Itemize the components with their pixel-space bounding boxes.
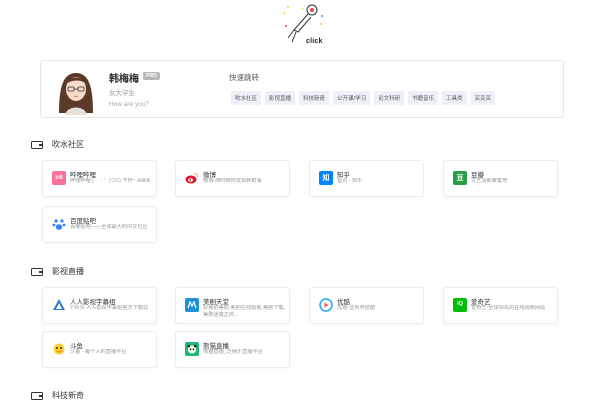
site-card-douban[interactable]: 豆 豆瓣 文艺清新聚集地 [443,160,558,197]
zhihu-icon: 知 [319,171,333,185]
meijutt-icon [185,298,199,312]
site-desc: 首页 - 知乎 [337,178,363,184]
site-card-tieba[interactable]: 百度贴吧 百度贴吧——全球最大的中文社区 [42,206,157,243]
section-title-text: 影视直播 [52,267,84,276]
weibo-icon [185,171,199,185]
site-desc: 文艺清新聚集地 [471,178,508,184]
tieba-icon [52,217,66,231]
site-desc: YYeTs 人人影视字幕组官方下载站 [70,305,149,311]
site-desc: 爱奇艺-全球领先的在线视频网站 [471,305,546,311]
quick-jump-title: 快速跳转 [229,73,259,82]
quick-jump-tag[interactable]: 科技新奇 [299,91,330,105]
quick-jump-tag[interactable]: 买买买 [470,91,496,105]
site-card-iqiyi[interactable]: iQ 爱奇艺 爱奇艺-全球领先的在线视频网站 [443,287,558,324]
section-title-community: 吹水社区 [31,139,84,150]
pro-badge: PRO [143,72,160,80]
site-card-douyu[interactable]: 斗鱼 斗鱼 - 每个人的直播平台 [42,331,157,368]
quick-jump-tag[interactable]: 公开课/学习 [333,91,371,105]
user-quote: How are you？ [109,101,152,108]
site-desc: 熊猫直播_泛娱乐直播平台 [203,349,263,355]
section-title-video: 影视直播 [31,266,84,277]
douyu-icon [52,342,66,356]
site-card-panda[interactable]: 熊猫直播 熊猫直播_泛娱乐直播平台 [175,331,290,368]
quick-jump-tag[interactable]: 书籍音乐 [408,91,439,105]
section-title-tech: 科技新奇 [31,390,84,400]
youku-icon [319,298,333,312]
site-desc: 微博-随时随地发现新鲜事 [203,178,262,184]
site-card-meijutt[interactable]: 美剧天堂 好看的美剧,美剧在线观看,美剧下载,美剧迷真正的... [175,287,290,324]
iqiyi-icon: iQ [453,298,467,312]
site-card-weibo[interactable]: 微博 微博-随时随地发现新鲜事 [175,160,290,197]
profile-card: 韩梅梅 PRO 女大学生 How are you？ 快速跳转 吹水社区 影视直播… [40,60,564,118]
site-card-youku[interactable]: 优酷 优酷-这世界很酷 [309,287,424,324]
quick-jump-tag[interactable]: 影视直播 [265,91,296,105]
quick-jump-tag[interactable]: 吹水社区 [231,91,262,105]
bilibili-icon: bili [52,171,66,185]
site-desc: 斗鱼 - 每个人的直播平台 [70,349,127,355]
user-role: 女大学生 [109,90,135,97]
logo-text: click [306,38,323,45]
user-name: 韩梅梅 [109,74,139,85]
site-card-yyets[interactable]: 人人影视字幕组 YYeTs 人人影视字幕组官方下载站 [42,287,157,324]
quick-jump-tags: 吹水社区 影视直播 科技新奇 公开课/学习 论文科研 书籍音乐 工具类 买买买 [231,91,496,105]
yyets-icon [52,298,66,312]
folder-icon [31,140,43,149]
site-desc: 好看的美剧,美剧在线观看,美剧下载,美剧迷真正的... [203,305,286,318]
quick-jump-tag[interactable]: 论文科研 [374,91,405,105]
section-title-text: 科技新奇 [52,391,84,400]
site-desc: 百度贴吧——全球最大的中文社区 [70,224,148,230]
folder-icon [31,267,43,276]
site-desc: 哔哩哔哩 ( ゜- ゜)つロ 干杯~-bilibili [70,178,151,184]
douban-icon: 豆 [453,171,467,185]
avatar[interactable] [53,67,99,115]
section-title-text: 吹水社区 [52,140,84,149]
site-card-zhihu[interactable]: 知 知乎 首页 - 知乎 [309,160,424,197]
site-card-bilibili[interactable]: bili 哔哩哔哩 哔哩哔哩 ( ゜- ゜)つロ 干杯~-bilibili [42,160,157,197]
folder-icon [31,391,43,400]
panda-icon [185,342,199,356]
quick-jump-tag[interactable]: 工具类 [442,91,467,105]
site-desc: 优酷-这世界很酷 [337,305,376,311]
